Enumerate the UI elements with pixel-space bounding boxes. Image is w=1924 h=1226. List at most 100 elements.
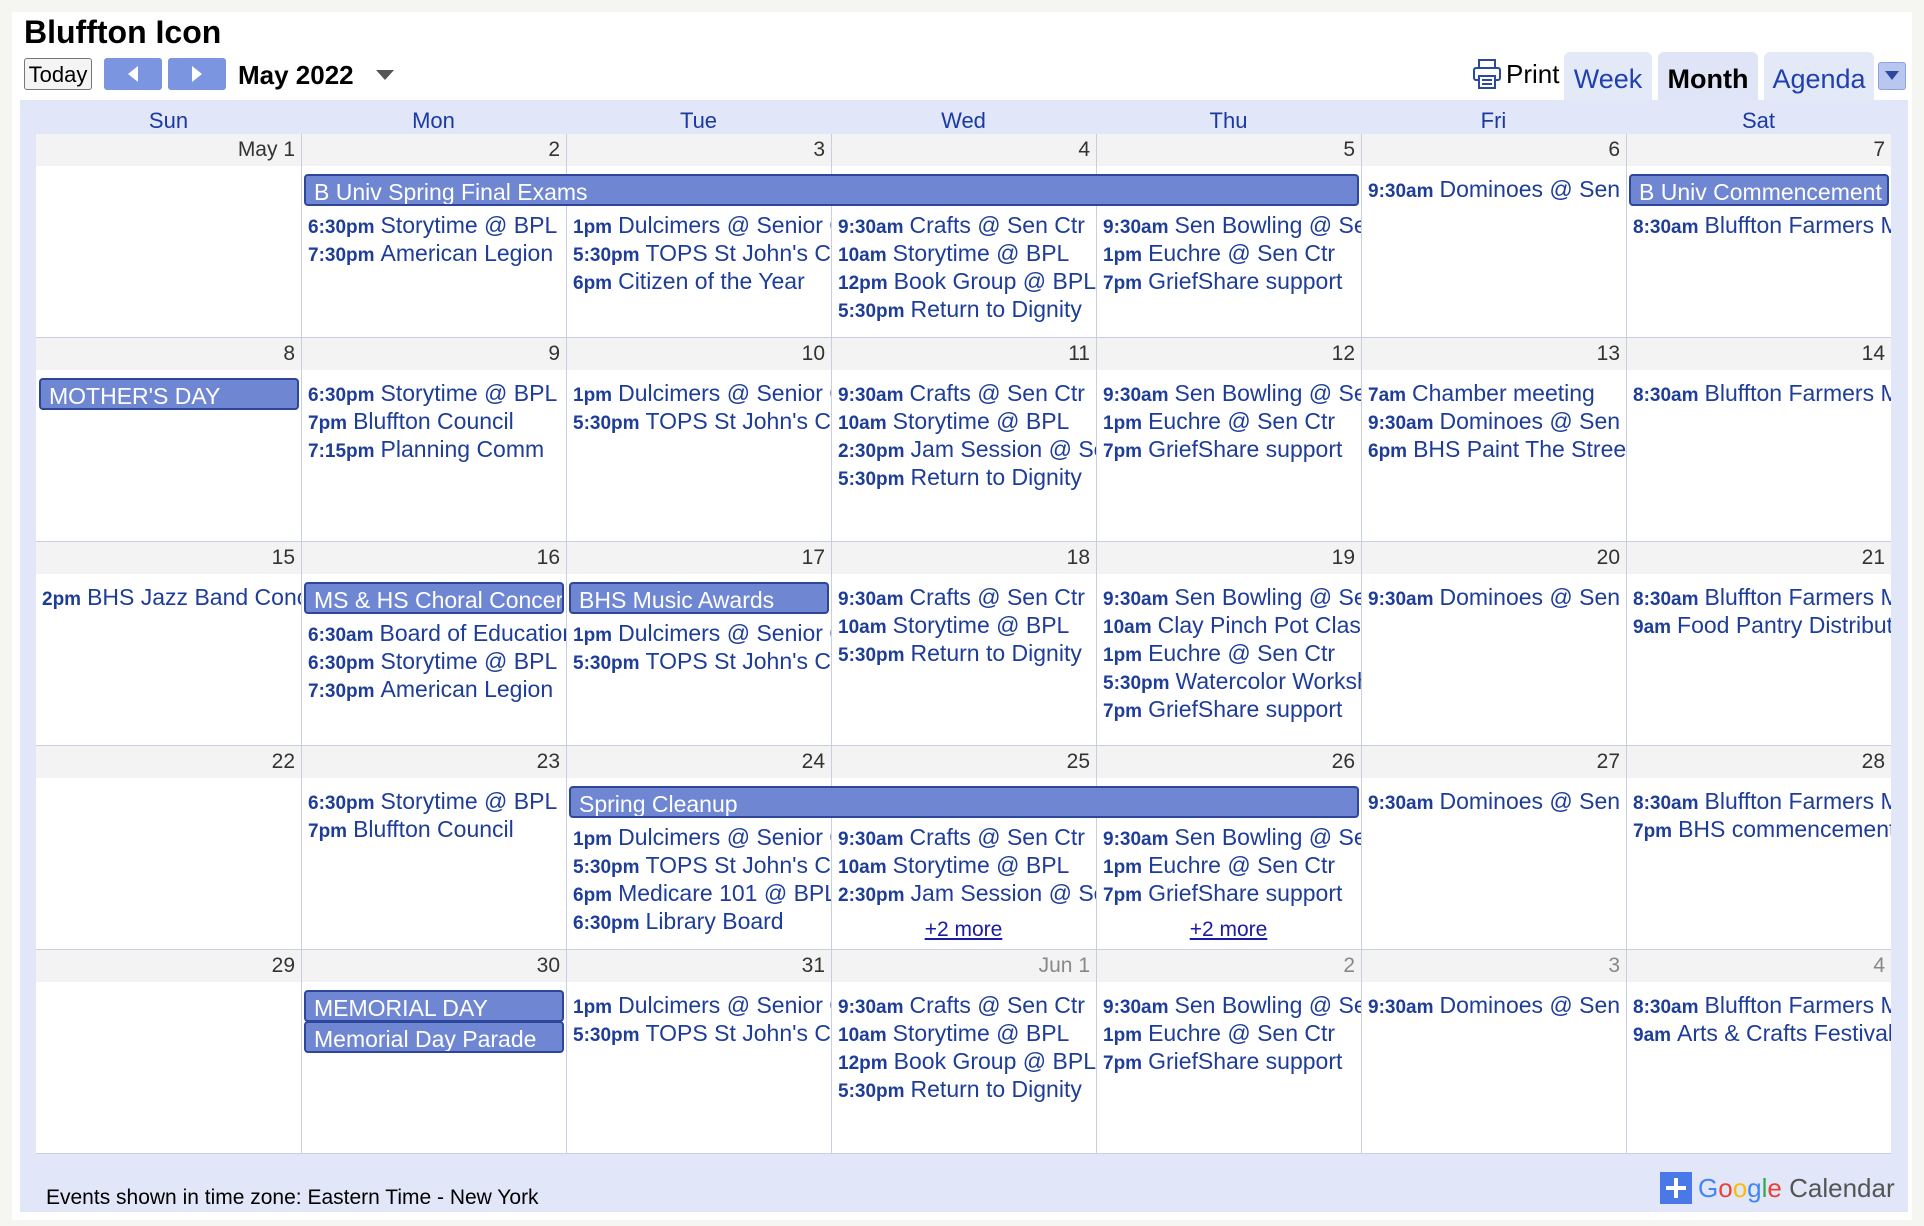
date-number[interactable]: 4 xyxy=(1078,138,1090,162)
date-number[interactable]: 22 xyxy=(272,750,295,774)
calendar-event[interactable]: 9:30amDominoes @ Sen Ctr xyxy=(1362,580,1626,612)
date-number[interactable]: 18 xyxy=(1067,546,1090,570)
date-number[interactable]: 9 xyxy=(548,342,560,366)
day-cell[interactable]: 288:30amBluffton Farmers Market7pmBHS co… xyxy=(1626,746,1891,949)
calendar-event[interactable]: 9amFood Pantry Distribution xyxy=(1627,608,1891,640)
calendar-event[interactable]: 9:30amDominoes @ Sen Ctr xyxy=(1362,172,1626,204)
day-cell[interactable]: 3 1pmDulcimers @ Senior Ctr 5:30pmTOPS St … xyxy=(566,134,831,337)
date-number[interactable]: May 1 xyxy=(238,138,295,162)
calendar-event[interactable]: 5:30pmTOPS St John's Church xyxy=(567,644,831,676)
calendar-event[interactable]: 5:30pm Return to Dignity xyxy=(832,1072,1096,1104)
date-number[interactable]: 19 xyxy=(1332,546,1355,570)
day-cell[interactable]: 15 2pmBHS Jazz Band Concert xyxy=(36,542,301,745)
day-cell[interactable]: 6 9:30amDominoes @ Sen Ctr xyxy=(1361,134,1626,337)
calendar-event[interactable]: 5:30pm Return to Dignity xyxy=(832,636,1096,668)
calendar-event[interactable]: 9am Arts & Crafts Festival xyxy=(1627,1016,1891,1048)
calendar-event[interactable]: 7pm GriefShare support xyxy=(1097,432,1361,464)
calendar-event[interactable]: 2:30pmJam Session @ Sen Ctr xyxy=(832,876,1096,908)
day-cell[interactable]: 14 8:30amBluffton Farmers Market xyxy=(1626,338,1891,541)
calendar-event[interactable]: 7pm GriefShare support xyxy=(1097,692,1361,724)
day-cell[interactable]: 22 xyxy=(36,746,301,949)
date-number[interactable]: 11 xyxy=(1068,342,1090,366)
day-cell[interactable]: 2 9:30amSen Bowling @ Sen Ctr 1pmEuchre @ … xyxy=(1096,950,1361,1153)
next-month-button[interactable] xyxy=(168,58,226,90)
date-number[interactable]: 25 xyxy=(1067,750,1090,774)
more-events-link[interactable]: +2 more xyxy=(1096,916,1361,944)
date-number[interactable]: 6 xyxy=(1608,138,1620,162)
day-cell[interactable]: 27 9:30amDominoes @ Sen Ctr xyxy=(1361,746,1626,949)
calendar-event[interactable]: 7pm GriefShare support xyxy=(1097,876,1361,908)
calendar-event[interactable]: 8:30amBluffton Farmers Market xyxy=(1627,208,1891,240)
date-number[interactable]: 8 xyxy=(283,342,295,366)
day-cell[interactable]: 23 6:30pm Storytime @ BPL 7pm Bluffton Counc… xyxy=(301,746,566,949)
calendar-event[interactable]: 5:30pmTOPS St John's Church xyxy=(567,404,831,436)
all-day-event[interactable]: B Univ Commencement xyxy=(1629,174,1889,206)
date-number[interactable]: 12 xyxy=(1332,342,1355,366)
view-menu-button[interactable] xyxy=(1878,62,1906,90)
date-number[interactable]: 16 xyxy=(537,546,560,570)
day-cell[interactable]: 12 9:30amSen Bowling @ Sen Ctr 1pmEuchre @… xyxy=(1096,338,1361,541)
calendar-event[interactable]: 5:30pmTOPS St John's Church xyxy=(567,1016,831,1048)
date-number[interactable]: 15 xyxy=(272,546,295,570)
day-cell[interactable]: 3 9:30amDominoes @ Sen Ctr xyxy=(1361,950,1626,1153)
date-number[interactable]: 7 xyxy=(1873,138,1885,162)
print-button[interactable]: Print xyxy=(1472,56,1559,92)
day-cell[interactable]: 311pmDulcimers @ Senior Ctr5:30pmTOPS St… xyxy=(566,950,831,1153)
previous-month-button[interactable] xyxy=(104,58,162,90)
calendar-event[interactable]: 7pm GriefShare support xyxy=(1097,264,1361,296)
tab-month[interactable]: Month xyxy=(1658,52,1758,102)
calendar-event[interactable]: 7:30pm American Legion xyxy=(302,236,566,268)
all-day-event[interactable]: MOTHER'S DAY xyxy=(39,378,299,410)
date-number[interactable]: 24 xyxy=(802,750,825,774)
date-number[interactable]: 14 xyxy=(1862,342,1885,366)
calendar-event[interactable]: 6pm Citizen of the Year xyxy=(567,264,831,296)
day-cell[interactable]: 8 xyxy=(36,338,301,541)
calendar-event[interactable]: 7:30pm American Legion xyxy=(302,672,566,704)
day-cell[interactable]: May 1 xyxy=(36,134,301,337)
day-cell[interactable]: 19 9:30amSen Bowling @ Sen Ctr 10amClay Pi… xyxy=(1096,542,1361,745)
date-number[interactable]: 4 xyxy=(1873,954,1885,978)
day-cell[interactable]: 16 6:30am Board of Education 6:30pm Storytim… xyxy=(301,542,566,745)
day-cell[interactable]: 18 9:30am Crafts @ Sen Ctr 10am Storytime @ … xyxy=(831,542,1096,745)
all-day-event[interactable]: MS & HS Choral Concert xyxy=(304,582,564,614)
day-cell[interactable]: 11 9:30am Crafts @ Sen Ctr 10am Storytime @ … xyxy=(831,338,1096,541)
calendar-event[interactable]: 5:30pm Return to Dignity xyxy=(832,460,1096,492)
day-cell[interactable]: 218:30amBluffton Farmers Market9amFood P… xyxy=(1626,542,1891,745)
calendar-event[interactable]: 8:30amBluffton Farmers Market xyxy=(1627,376,1891,408)
date-number[interactable]: 27 xyxy=(1597,750,1620,774)
date-number[interactable]: 3 xyxy=(1608,954,1620,978)
calendar-event[interactable]: 7pm Bluffton Council xyxy=(302,812,566,844)
calendar-event[interactable]: 6:30pm Library Board xyxy=(567,904,831,936)
date-number[interactable]: 23 xyxy=(537,750,560,774)
google-calendar-logo-button[interactable]: Google Calendar xyxy=(1660,1168,1895,1208)
day-cell[interactable]: 101pmDulcimers @ Senior Ctr5:30pmTOPS St… xyxy=(566,338,831,541)
calendar-event[interactable]: 5:30pm Return to Dignity xyxy=(832,292,1096,324)
more-events-link[interactable]: +2 more xyxy=(831,916,1096,944)
day-cell[interactable]: 2 6:30pm Storytime @ BPL 7:30pm American Leg… xyxy=(301,134,566,337)
date-number[interactable]: 26 xyxy=(1332,750,1355,774)
calendar-event[interactable]: 7:15pm Planning Comm xyxy=(302,432,566,464)
date-number[interactable]: Jun 1 xyxy=(1039,954,1090,978)
day-cell[interactable]: 5 9:30amSen Bowling @ Sen Ctr 1pmEuchre @ … xyxy=(1096,134,1361,337)
all-day-event[interactable]: Spring Cleanup xyxy=(569,786,1359,818)
date-number[interactable]: 20 xyxy=(1597,546,1620,570)
tab-agenda[interactable]: Agenda xyxy=(1764,52,1874,102)
date-number[interactable]: 29 xyxy=(272,954,295,978)
month-picker-dropdown[interactable] xyxy=(374,68,400,86)
day-cell[interactable]: 9 6:30pm Storytime @ BPL 7pm Bluffton Counci… xyxy=(301,338,566,541)
date-number[interactable]: 21 xyxy=(1862,546,1885,570)
calendar-event[interactable]: 7pm BHS commencement xyxy=(1627,812,1891,844)
day-cell[interactable]: 171pmDulcimers @ Senior Ctr5:30pmTOPS St… xyxy=(566,542,831,745)
all-day-event[interactable]: MEMORIAL DAY xyxy=(304,990,564,1022)
day-cell[interactable]: 24 1pmDulcimers @ Senior Ctr 5:30pmTOPS St… xyxy=(566,746,831,949)
day-cell[interactable]: 48:30amBluffton Farmers Market9amArts & … xyxy=(1626,950,1891,1153)
day-cell[interactable]: 13 7am Chamber meeting 9:30am Dominoes @ Sen… xyxy=(1361,338,1626,541)
day-cell[interactable]: 29 xyxy=(36,950,301,1153)
date-number[interactable]: 17 xyxy=(802,546,825,570)
date-number[interactable]: 5 xyxy=(1343,138,1355,162)
day-cell[interactable]: 4 9:30am Crafts @ Sen Ctr 10am Storytime @ B… xyxy=(831,134,1096,337)
date-number[interactable]: 2 xyxy=(1343,954,1355,978)
calendar-event[interactable]: 2pmBHS Jazz Band Concert xyxy=(36,580,301,612)
all-day-event[interactable]: BHS Music Awards xyxy=(569,582,829,614)
date-number[interactable]: 3 xyxy=(813,138,825,162)
